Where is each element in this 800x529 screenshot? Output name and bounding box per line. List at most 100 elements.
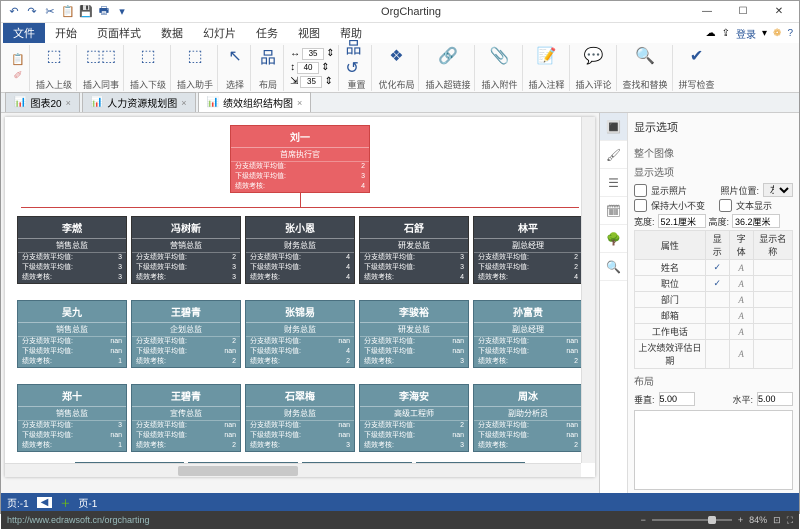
optimize-layout-button[interactable]: ❖优化布局 [374, 45, 419, 91]
close-icon[interactable]: × [297, 98, 302, 108]
vertical-scrollbar[interactable] [581, 117, 595, 463]
panel-tab-style[interactable]: 🖌 [600, 141, 627, 169]
insert-assistant-button[interactable]: ⬚插入助手 [173, 45, 218, 91]
reset-button[interactable]: 品↺重置 [341, 45, 372, 91]
menu-start[interactable]: 开始 [45, 23, 87, 43]
box-depth-input[interactable] [300, 76, 322, 88]
layout-button[interactable]: 品布局 [253, 45, 284, 91]
print-icon[interactable]: 🖶 [97, 5, 111, 19]
org-node[interactable]: 周冰副助分析员分支绩效平均值:nan下级绩效平均值:nan绩效考核:2 [473, 384, 583, 452]
horizontal-spacing-input[interactable] [757, 392, 793, 406]
org-node[interactable]: 王碧青企划总监分支绩效平均值:2下级绩效平均值:nan绩效考核:2 [131, 300, 241, 368]
insert-superior-button[interactable]: ⬚插入上级 [32, 45, 77, 91]
insert-subordinate-button[interactable]: ⬚插入下级 [126, 45, 171, 91]
undo-icon[interactable]: ↶ [7, 5, 21, 19]
table-row[interactable]: 姓名✓A [635, 260, 793, 276]
format-painter-icon[interactable]: ✐ [11, 69, 25, 83]
copy-icon[interactable]: 📋 [61, 5, 75, 19]
close-button[interactable]: ✕ [765, 3, 793, 21]
horizontal-scrollbar[interactable] [5, 463, 581, 477]
close-icon[interactable]: × [66, 98, 71, 108]
fit-page-icon[interactable]: ⊡ [773, 515, 781, 526]
zoom-slider[interactable] [652, 519, 732, 521]
org-node[interactable]: 李燃销售总监分支绩效平均值:3下级绩效平均值:3绩效考核:3 [17, 216, 127, 284]
menu-view[interactable]: 视图 [288, 23, 330, 43]
org-node[interactable]: 郑十销售总监分支绩效平均值:3下级绩效平均值:nan绩效考核:1 [17, 384, 127, 452]
height-input[interactable] [732, 214, 780, 228]
paste-icon[interactable]: 📋 [11, 53, 25, 67]
menu-data[interactable]: 数据 [151, 23, 193, 43]
box-width-input[interactable] [302, 48, 324, 60]
org-node[interactable]: 王碧青宣传总监分支绩效平均值:nan下级绩效平均值:nan绩效考核:2 [131, 384, 241, 452]
panel-tab-data[interactable]: 🗓 [600, 197, 627, 225]
minimize-button[interactable]: — [693, 3, 721, 21]
table-row[interactable]: 职位✓A [635, 276, 793, 292]
org-node[interactable]: 李骏裕研发总监分支绩效平均值:nan下级绩效平均值:nan绩效考核:3 [359, 300, 469, 368]
menu-slides[interactable]: 幻灯片 [193, 23, 246, 43]
maximize-button[interactable]: ☐ [729, 3, 757, 21]
panel-title: 显示选项 [634, 117, 793, 141]
table-row[interactable]: 上次绩效评估日期A [635, 340, 793, 369]
text-display-checkbox[interactable] [719, 199, 732, 212]
doc-tab[interactable]: 📊人力资源规划图× [82, 92, 196, 112]
insert-attachment-button[interactable]: 📎插入附件 [477, 45, 522, 91]
zoom-in-button[interactable]: + [738, 515, 743, 525]
panel-tab-search[interactable]: 🔍 [600, 253, 627, 281]
show-photo-checkbox[interactable] [634, 184, 647, 197]
prev-page-button[interactable]: ◀ [37, 497, 53, 508]
login-dropdown-icon[interactable]: ▾ [762, 28, 767, 39]
table-row[interactable]: 邮箱A [635, 308, 793, 324]
zoom-out-button[interactable]: − [641, 515, 646, 525]
close-icon[interactable]: × [181, 98, 186, 108]
canvas[interactable]: 刘一 首席执行官 分支绩效平均值:2 下级绩效平均值:3 绩效考核:4 李燃销售… [5, 117, 595, 477]
help-icon[interactable]: ? [787, 28, 793, 39]
select-button[interactable]: ↖选择 [220, 45, 251, 91]
cloud-icon[interactable]: ☁ [706, 28, 716, 39]
canvas-area[interactable]: 刘一 首席执行官 分支绩效平均值:2 下级绩效平均值:3 绩效考核:4 李燃销售… [1, 113, 599, 493]
keep-size-checkbox[interactable] [634, 199, 647, 212]
insert-note-button[interactable]: 📝插入注释 [525, 45, 570, 91]
add-page-button[interactable]: ＋ [60, 495, 70, 510]
share-icon[interactable]: ⇪ [722, 28, 730, 39]
cut-icon[interactable]: ✂ [43, 5, 57, 19]
org-node[interactable]: 石舒研发总监分支绩效平均值:3下级绩效平均值:3绩效考核:4 [359, 216, 469, 284]
height-icon: ↕ [290, 62, 295, 73]
table-row[interactable]: 部门A [635, 292, 793, 308]
insert-colleague-button[interactable]: ⬚⬚插入同事 [79, 45, 124, 91]
panel-tab-tree[interactable]: 🌳 [600, 225, 627, 253]
panel-tab-display[interactable]: 🔳 [600, 113, 627, 141]
insert-comment-button[interactable]: 💬插入评论 [572, 45, 617, 91]
spell-check-button[interactable]: ✔拼写检查 [675, 45, 719, 91]
org-node[interactable]: 林平副总经理分支绩效平均值:2下级绩效平均值:2绩效考核:4 [473, 216, 583, 284]
find-replace-button[interactable]: 🔍查找和替换 [619, 45, 673, 91]
org-node[interactable]: 冯树新营销总监分支绩效平均值:2下级绩效平均值:3绩效考核:3 [131, 216, 241, 284]
org-node[interactable]: 李海安高级工程师分支绩效平均值:2下级绩效平均值:nan绩效考核:3 [359, 384, 469, 452]
org-node[interactable]: 张锦易财务总监分支绩效平均值:nan下级绩效平均值:4绩效考核:2 [245, 300, 355, 368]
app-title: OrgCharting [381, 6, 441, 18]
org-node[interactable]: 石翠梅财务总监分支绩效平均值:nan下级绩效平均值:nan绩效考核:3 [245, 384, 355, 452]
settings-icon[interactable]: ❁ [773, 28, 781, 39]
insert-hyperlink-button[interactable]: 🔗插入超链接 [421, 45, 475, 91]
section-whole-image: 整个图像 [634, 145, 793, 160]
photo-position-select[interactable]: 左 [763, 183, 793, 197]
menu-tasks[interactable]: 任务 [246, 23, 288, 43]
box-height-input[interactable] [297, 62, 319, 74]
panel-tab-list[interactable]: ☰ [600, 169, 627, 197]
menu-page-style[interactable]: 页面样式 [87, 23, 151, 43]
save-icon[interactable]: 💾 [79, 5, 93, 19]
width-input[interactable] [658, 214, 706, 228]
redo-icon[interactable]: ↷ [25, 5, 39, 19]
login-link[interactable]: 登录 [736, 26, 756, 41]
org-node[interactable]: 吴九销售总监分支绩效平均值:nan下级绩效平均值:nan绩效考核:1 [17, 300, 127, 368]
doc-tab[interactable]: 📊图表20× [5, 92, 80, 112]
doc-tab-active[interactable]: 📊绩效组织结构图× [198, 92, 312, 112]
sheet-tab[interactable]: 页-1 [78, 495, 97, 510]
menu-file[interactable]: 文件 [3, 23, 45, 43]
vertical-spacing-input[interactable] [659, 392, 695, 406]
table-row[interactable]: 工作电话A [635, 324, 793, 340]
fullscreen-icon[interactable]: ⛶ [787, 515, 793, 526]
qat-more-icon[interactable]: ▾ [115, 5, 129, 19]
org-node-root[interactable]: 刘一 首席执行官 分支绩效平均值:2 下级绩效平均值:3 绩效考核:4 [230, 125, 370, 193]
org-node[interactable]: 孙富贵副总经理分支绩效平均值:nan下级绩效平均值:nan绩效考核:2 [473, 300, 583, 368]
org-node[interactable]: 张小恩财务总监分支绩效平均值:4下级绩效平均值:4绩效考核:4 [245, 216, 355, 284]
